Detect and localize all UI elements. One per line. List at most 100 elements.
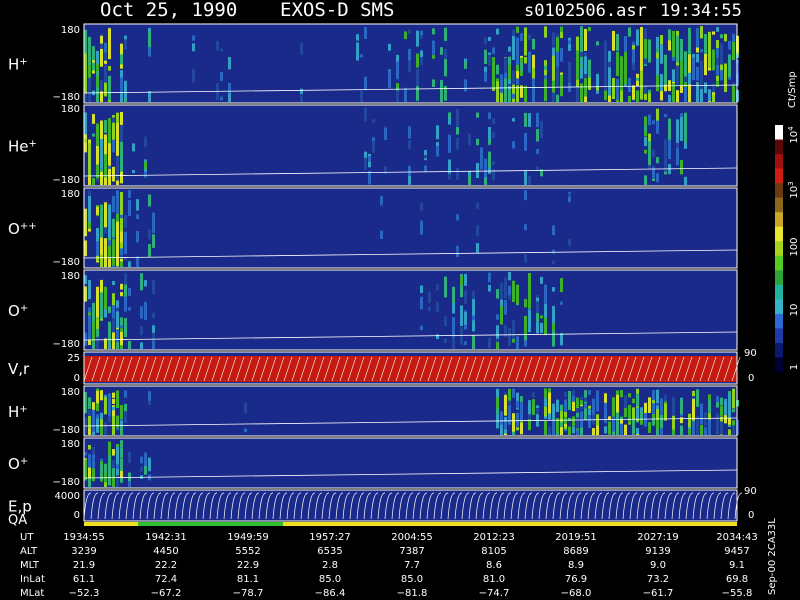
- spectrogram-cell: [632, 85, 635, 100]
- spectrogram-cell: [140, 273, 143, 291]
- spectrogram-cell: [544, 65, 547, 70]
- spectrogram-cell: [104, 422, 107, 435]
- spectrogram-cell: [364, 76, 367, 91]
- spectrogram-cell: [496, 28, 499, 35]
- axis-row-value: 8689: [563, 546, 588, 557]
- spectrogram-cell: [124, 39, 127, 50]
- spectrogram-cell: [488, 337, 491, 349]
- spectrogram-cell: [712, 31, 715, 35]
- spectrogram-cell: [732, 424, 735, 435]
- spectrogram-cell: [100, 292, 103, 319]
- spectrogram-cell: [716, 413, 719, 434]
- spectrogram-cell: [420, 50, 423, 58]
- spectrogram-cell: [476, 138, 479, 146]
- spectrogram-cell: [720, 405, 723, 416]
- spectrogram-cell: [632, 398, 635, 404]
- spectrogram-cell: [684, 51, 687, 77]
- spectrogram-cell: [604, 402, 607, 424]
- spectrogram-cell: [116, 300, 119, 328]
- spectrogram-cell: [100, 237, 103, 255]
- spectrogram-cell: [464, 80, 467, 90]
- spectrogram-cell: [408, 175, 411, 185]
- spectrogram-cell: [488, 272, 491, 283]
- spectrogram-cell: [144, 466, 147, 475]
- spectrogram-cell: [512, 118, 515, 122]
- panel-background: [84, 270, 737, 350]
- spectrogram-cell: [524, 253, 527, 263]
- spectrogram-cell: [560, 333, 563, 346]
- spectrogram-cell: [216, 40, 219, 51]
- spectrogram-cell: [716, 27, 719, 32]
- spectrogram-cell: [128, 261, 131, 267]
- spectrogram-cell: [464, 290, 467, 304]
- spectrogram-cell: [148, 31, 151, 48]
- spectrogram-cell: [704, 412, 707, 426]
- spectrogram-cell: [120, 140, 123, 172]
- spectrogram-cell: [680, 399, 683, 415]
- spectrogram-cell: [704, 414, 707, 418]
- spectrogram-cell: [648, 92, 651, 102]
- spectrogram-cell: [540, 121, 543, 138]
- spectrogram-cell: [700, 89, 703, 102]
- spectrogram-cell: [100, 279, 103, 288]
- spectrogram-cell: [152, 234, 155, 248]
- spectrogram-cell: [724, 398, 727, 416]
- spectrogram-cell: [112, 219, 115, 238]
- spectrogram-cell: [528, 310, 531, 333]
- axis-row-value: 21.9: [73, 560, 95, 571]
- spectrogram-cell: [120, 405, 123, 414]
- colorbar-swatch: [775, 197, 783, 213]
- spectrogram-cell: [464, 341, 467, 346]
- spectrogram-cell: [500, 424, 503, 435]
- spectrogram-cell: [472, 335, 475, 349]
- spectrogram-cell: [504, 421, 507, 427]
- spectrogram-cell: [424, 155, 427, 159]
- spectrogram-cell: [380, 196, 383, 205]
- spectrogram-cell: [88, 164, 91, 170]
- spectrogram-cell: [644, 149, 647, 154]
- spectrogram-cell: [732, 33, 735, 42]
- spectrogram-cell: [512, 413, 515, 432]
- axis-row-value: 85.0: [401, 574, 423, 585]
- spectrogram-cell: [152, 312, 155, 319]
- spectrogram-cell: [420, 34, 423, 39]
- spectrogram-cell: [96, 76, 99, 87]
- spectrogram-cell: [112, 281, 115, 286]
- plot-instrument: EXOS-D SMS: [280, 0, 394, 21]
- spectrogram-cell: [720, 421, 723, 435]
- spectrogram-cell: [588, 390, 591, 395]
- spectrogram-cell: [512, 280, 515, 303]
- spectrogram-cell: [656, 58, 659, 76]
- panel-0: [83, 23, 739, 104]
- axis-row-value: 61.1: [73, 574, 95, 585]
- colorbar-swatch: [775, 299, 783, 315]
- spectrogram-cell: [656, 157, 659, 164]
- spectrogram-cell: [532, 399, 535, 415]
- spectrogram-cell: [624, 424, 627, 435]
- spectrogram-cell: [668, 118, 671, 140]
- panel-label-sup: +: [19, 56, 27, 67]
- y-tick-top: 25: [67, 353, 80, 364]
- spectrogram-cell: [632, 419, 635, 435]
- spectrogram-cell: [120, 426, 123, 435]
- spectrogram-cell: [696, 66, 699, 81]
- spectrogram-cell: [108, 441, 111, 455]
- panel-label: H+: [8, 403, 28, 421]
- spectrogram-cell: [452, 336, 455, 349]
- spectrogram-cell: [112, 166, 115, 182]
- spectrogram-cell: [688, 27, 691, 55]
- axis-row-value: 2034:43: [716, 532, 758, 543]
- spectrogram-cell: [528, 400, 531, 415]
- spectrogram-cell: [508, 285, 511, 297]
- spectrogram-cell: [488, 112, 491, 120]
- side-label: Sep-00 2CA33L: [767, 518, 778, 595]
- spectrogram-cell: [244, 428, 247, 433]
- spectrogram-cell: [88, 477, 91, 487]
- axis-row-value: 1942:31: [145, 532, 187, 543]
- spectrogram-cell: [664, 139, 667, 161]
- spectrogram-cell: [108, 258, 111, 267]
- spectrogram-cell: [456, 251, 459, 258]
- spectrogram-cell: [148, 462, 151, 472]
- spectrogram-cell: [112, 195, 115, 213]
- spectrogram-cell: [552, 55, 555, 81]
